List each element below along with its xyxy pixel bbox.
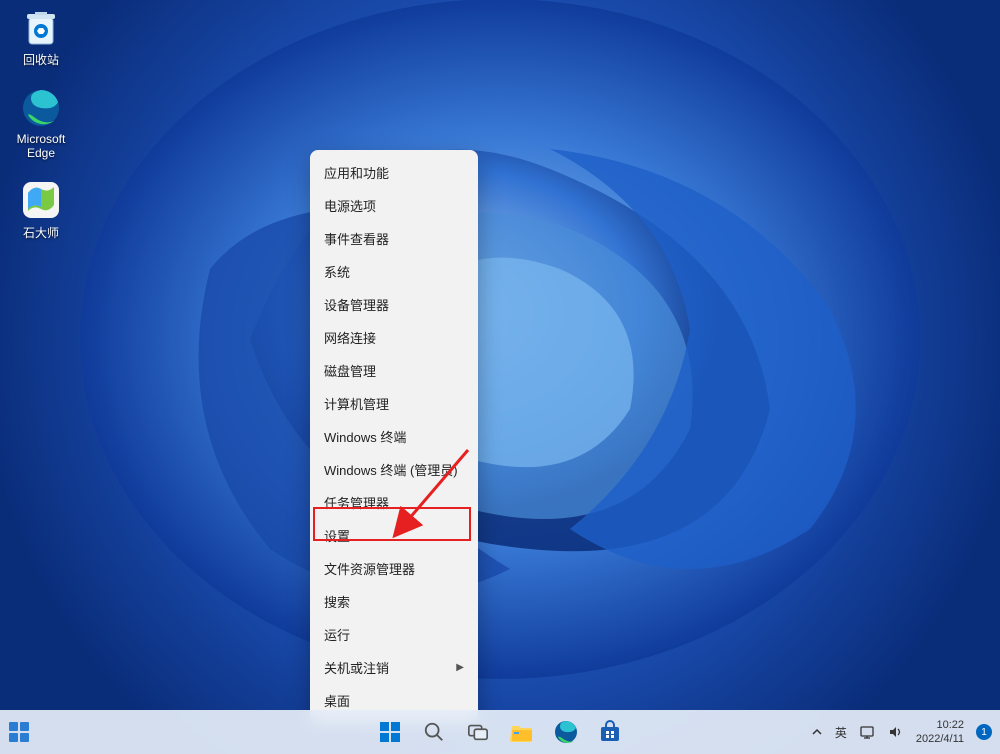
- desktop-icon-shidashi[interactable]: 石大师: [5, 178, 77, 241]
- shidashi-icon: [19, 178, 63, 222]
- desktop-icon-label: Microsoft Edge: [5, 132, 77, 160]
- store-button[interactable]: [591, 713, 629, 751]
- desktop-icon-label: 回收站: [23, 51, 59, 68]
- ime-indicator[interactable]: 英: [830, 710, 852, 754]
- edge-icon: [19, 86, 63, 130]
- menu-item-shutdown-signout[interactable]: 关机或注销▶: [310, 651, 478, 684]
- search-button[interactable]: [415, 713, 453, 751]
- menu-item-disk-management[interactable]: 磁盘管理: [310, 354, 478, 387]
- taskview-icon: [467, 721, 489, 743]
- menu-item-event-viewer[interactable]: 事件查看器: [310, 222, 478, 255]
- taskbar-clock[interactable]: 10:22 2022/4/11: [910, 710, 970, 754]
- menu-item-windows-terminal-admin[interactable]: Windows 终端 (管理员): [310, 453, 478, 486]
- edge-icon: [554, 720, 578, 744]
- search-icon: [423, 721, 445, 743]
- menu-item-network-connections[interactable]: 网络连接: [310, 321, 478, 354]
- menu-item-computer-management[interactable]: 计算机管理: [310, 387, 478, 420]
- recycle-bin-icon: [19, 5, 63, 49]
- file-explorer-button[interactable]: [503, 713, 541, 751]
- sound-tray-icon[interactable]: [882, 710, 908, 754]
- menu-item-power-options[interactable]: 电源选项: [310, 189, 478, 222]
- menu-item-system[interactable]: 系统: [310, 255, 478, 288]
- notification-badge[interactable]: 1: [976, 724, 992, 740]
- menu-item-device-manager[interactable]: 设备管理器: [310, 288, 478, 321]
- start-context-menu: 应用和功能 电源选项 事件查看器 系统 设备管理器 网络连接 磁盘管理 计算机管…: [310, 150, 478, 723]
- menu-item-run[interactable]: 运行: [310, 618, 478, 651]
- desktop-icon-edge[interactable]: Microsoft Edge: [5, 86, 77, 160]
- start-button[interactable]: [371, 713, 409, 751]
- tray-overflow-button[interactable]: [806, 710, 828, 754]
- clock-date: 2022/4/11: [916, 732, 964, 746]
- widgets-button[interactable]: [6, 719, 32, 745]
- sound-icon: [887, 724, 903, 740]
- network-tray-icon[interactable]: [854, 710, 880, 754]
- menu-item-apps-features[interactable]: 应用和功能: [310, 156, 478, 189]
- menu-item-settings[interactable]: 设置: [310, 519, 478, 552]
- taskbar: 英 10:22 2022/4/11 1: [0, 710, 1000, 754]
- edge-button[interactable]: [547, 713, 585, 751]
- menu-item-task-manager[interactable]: 任务管理器: [310, 486, 478, 519]
- network-icon: [859, 724, 875, 740]
- chevron-up-icon: [811, 726, 823, 738]
- windows-logo-icon: [378, 720, 402, 744]
- clock-time: 10:22: [936, 718, 964, 732]
- task-view-button[interactable]: [459, 713, 497, 751]
- menu-item-windows-terminal[interactable]: Windows 终端: [310, 420, 478, 453]
- menu-item-search[interactable]: 搜索: [310, 585, 478, 618]
- desktop-icon-recycle-bin[interactable]: 回收站: [5, 5, 77, 68]
- desktop-wallpaper[interactable]: [0, 0, 1000, 754]
- menu-item-file-explorer[interactable]: 文件资源管理器: [310, 552, 478, 585]
- desktop-icon-label: 石大师: [23, 224, 59, 241]
- wallpaper-bloom: [50, 0, 950, 689]
- chevron-right-icon: ▶: [456, 662, 464, 673]
- store-icon: [598, 720, 622, 744]
- folder-icon: [510, 720, 534, 744]
